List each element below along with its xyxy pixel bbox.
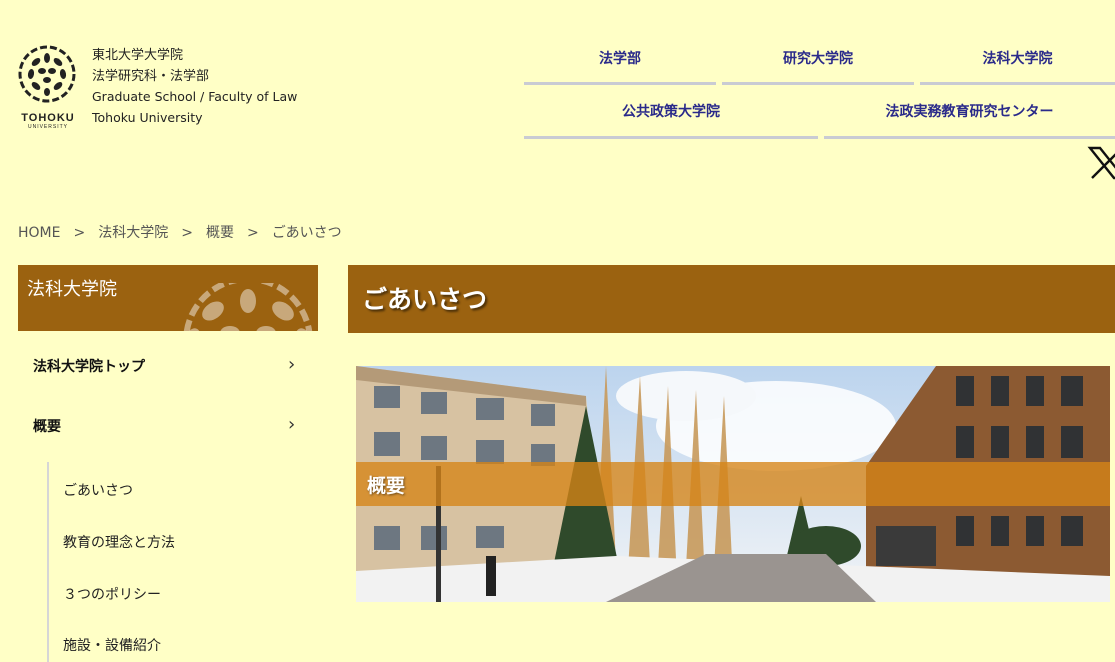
nav-law-faculty[interactable]: 法学部 <box>524 48 716 85</box>
hero-caption-band: 概要 <box>356 462 1110 506</box>
breadcrumb: HOME > 法科大学院 > 概要 > ごあいさつ <box>18 222 342 242</box>
university-logo[interactable]: TOHOKU UNIVERSITY <box>18 44 78 130</box>
sidebar-heading: 法科大学院 <box>18 265 318 331</box>
submenu-divider <box>47 462 49 662</box>
breadcrumb-overview[interactable]: 概要 <box>206 225 234 241</box>
page-header: ごあいさつ <box>348 265 1115 333</box>
site-title-line: 法学研究科・法学部 <box>92 68 210 84</box>
emblem-watermark-icon <box>183 283 313 331</box>
site-title-line: Tohoku University <box>92 109 203 125</box>
logo-wordmark: TOHOKU <box>21 112 75 124</box>
sidebar-subitem-policies[interactable]: ３つのポリシー <box>63 584 161 604</box>
sidebar-subitem-philosophy[interactable]: 教育の理念と方法 <box>63 532 175 552</box>
sidebar-subitem-facilities[interactable]: 施設・設備紹介 <box>63 635 161 655</box>
tohoku-emblem-icon <box>18 45 76 103</box>
chevron-right-icon: › <box>288 414 296 435</box>
breadcrumb-separator: > <box>73 225 86 241</box>
hero-caption-label: 概要 <box>367 475 406 497</box>
site-title-line: Graduate School / Faculty of Law <box>92 89 298 104</box>
breadcrumb-separator: > <box>181 225 193 241</box>
site-title-line: 東北大学大学院 <box>92 48 184 63</box>
hero-image: 概要 <box>356 366 1110 602</box>
nav-research-center[interactable]: 法政実務教育研究センター <box>824 101 1115 139</box>
site-title[interactable]: 東北大学大学院 法学研究科・法学部 Graduate School / Facu… <box>92 46 297 128</box>
breadcrumb-home[interactable]: HOME <box>18 225 60 241</box>
sidebar-subitem-greeting[interactable]: ごあいさつ <box>63 480 133 500</box>
breadcrumb-current: ごあいさつ <box>271 225 342 241</box>
nav-graduate-school[interactable]: 研究大学院 <box>722 48 914 85</box>
nav-public-policy[interactable]: 公共政策大学院 <box>524 101 818 139</box>
breadcrumb-law-school[interactable]: 法科大学院 <box>98 225 168 241</box>
chevron-right-icon: › <box>288 354 296 375</box>
sidebar-item-law-school-top[interactable]: 法科大学院トップ › <box>18 344 318 388</box>
sidebar-heading-title: 法科大学院 <box>27 279 117 300</box>
x-icon[interactable] <box>1087 146 1115 180</box>
sidebar-item-overview[interactable]: 概要 › <box>18 404 318 448</box>
sidebar-item-label: 概要 <box>33 419 61 435</box>
breadcrumb-separator: > <box>246 225 259 241</box>
page-title: ごあいさつ <box>362 285 488 314</box>
sidebar-item-label: 法科大学院トップ <box>33 359 145 375</box>
logo-subtext: UNIVERSITY <box>27 124 68 130</box>
nav-law-school[interactable]: 法科大学院 <box>920 48 1115 85</box>
